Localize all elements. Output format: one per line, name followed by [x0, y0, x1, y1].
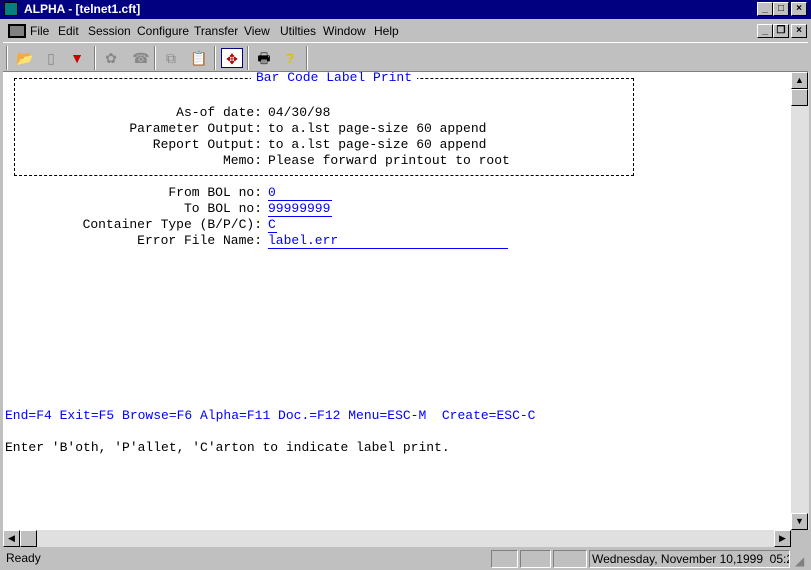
function-keys: End=F4 Exit=F5 Browse=F6 Alpha=F11 Doc.=…: [5, 408, 536, 423]
header-label: Report Output:: [152, 137, 262, 152]
menu-configure[interactable]: Configure: [137, 21, 189, 41]
header-label: As-of date:: [176, 105, 262, 120]
status-text: Ready: [6, 551, 41, 565]
app-icon: [4, 2, 18, 16]
menu-session[interactable]: Session: [88, 21, 131, 41]
doc-restore-button[interactable]: ❐: [773, 24, 789, 38]
web-icon[interactable]: ✿: [100, 48, 122, 68]
header-label: Memo:: [222, 153, 262, 168]
minimize-button[interactable]: _: [757, 2, 773, 16]
window-title: ALPHA - [telnet1.cft]: [24, 2, 141, 16]
title-bar: ALPHA - [telnet1.cft]: [0, 0, 811, 19]
from-bol-field[interactable]: 0: [268, 185, 332, 201]
vertical-scrollbar[interactable]: ▲ ▼: [791, 72, 809, 530]
doc-minimize-button[interactable]: _: [757, 24, 773, 38]
status-pane: [491, 550, 518, 568]
menu-view[interactable]: View: [244, 21, 270, 41]
header-value: 04/30/98: [268, 105, 331, 120]
prompt-line: Enter 'B'oth, 'P'allet, 'C'arton to indi…: [5, 440, 450, 455]
toolbar: 📂 ▯ ▼ ✿ ☎ ⧉ 📋 ✥ 🖶 ?: [3, 42, 808, 72]
scroll-left-button[interactable]: ◀: [3, 530, 20, 547]
receive-icon[interactable]: ▼: [66, 48, 88, 68]
terminal-screen[interactable]: Bar Code Label Print As-of date: 04/30/9…: [3, 72, 791, 530]
status-pane: [520, 550, 551, 568]
status-pane: [553, 550, 587, 568]
doc-close-button[interactable]: ×: [791, 24, 807, 38]
status-bar: Ready Wednesday, November 10,1999 05:24 …: [0, 548, 811, 570]
close-button[interactable]: ×: [791, 2, 807, 16]
print-icon[interactable]: 🖶: [253, 48, 275, 68]
menu-edit[interactable]: Edit: [58, 21, 79, 41]
field-label: Container Type (B/P/C):: [82, 217, 262, 232]
header-value: Please forward printout to root: [268, 153, 510, 168]
status-datetime: Wednesday, November 10,1999 05:24 P: [589, 550, 790, 568]
field-label: To BOL no:: [183, 201, 262, 216]
maximize-button[interactable]: □: [773, 2, 789, 16]
header-label: Parameter Output:: [129, 121, 262, 136]
resize-grip-icon[interactable]: ◢: [795, 554, 804, 568]
help-icon[interactable]: ?: [279, 48, 301, 68]
hscroll-thumb[interactable]: [20, 530, 37, 547]
scroll-right-button[interactable]: ▶: [774, 530, 791, 547]
disconnect-icon[interactable]: ▯: [40, 48, 62, 68]
phone-icon[interactable]: ☎: [130, 48, 152, 68]
box-title: Bar Code Label Print: [251, 72, 418, 85]
menu-bar: File Edit Session Configure Transfer Vie…: [0, 21, 811, 41]
container-type-field[interactable]: C: [268, 217, 277, 233]
menu-file[interactable]: File: [30, 21, 49, 41]
scroll-down-button[interactable]: ▼: [791, 513, 808, 530]
menu-utilties[interactable]: Utilties: [280, 21, 316, 41]
to-bol-field[interactable]: 99999999: [268, 201, 332, 217]
menu-transfer[interactable]: Transfer: [194, 21, 238, 41]
computer-icon[interactable]: [8, 24, 26, 38]
field-label: Error File Name:: [137, 233, 262, 248]
open-icon[interactable]: 📂: [14, 48, 36, 68]
fit-icon[interactable]: ✥: [221, 48, 243, 68]
copy-icon[interactable]: ⧉: [160, 48, 182, 68]
scroll-up-button[interactable]: ▲: [791, 72, 808, 89]
menu-window[interactable]: Window: [323, 21, 366, 41]
paste-icon[interactable]: 📋: [188, 48, 210, 68]
horizontal-scrollbar[interactable]: ◀ ▶: [3, 530, 791, 547]
error-file-field[interactable]: label.err: [268, 233, 508, 249]
field-label: From BOL no:: [168, 185, 262, 200]
header-value: to a.lst page-size 60 append: [268, 121, 487, 136]
scroll-thumb[interactable]: [791, 89, 808, 106]
header-value: to a.lst page-size 60 append: [268, 137, 487, 152]
menu-help[interactable]: Help: [374, 21, 399, 41]
